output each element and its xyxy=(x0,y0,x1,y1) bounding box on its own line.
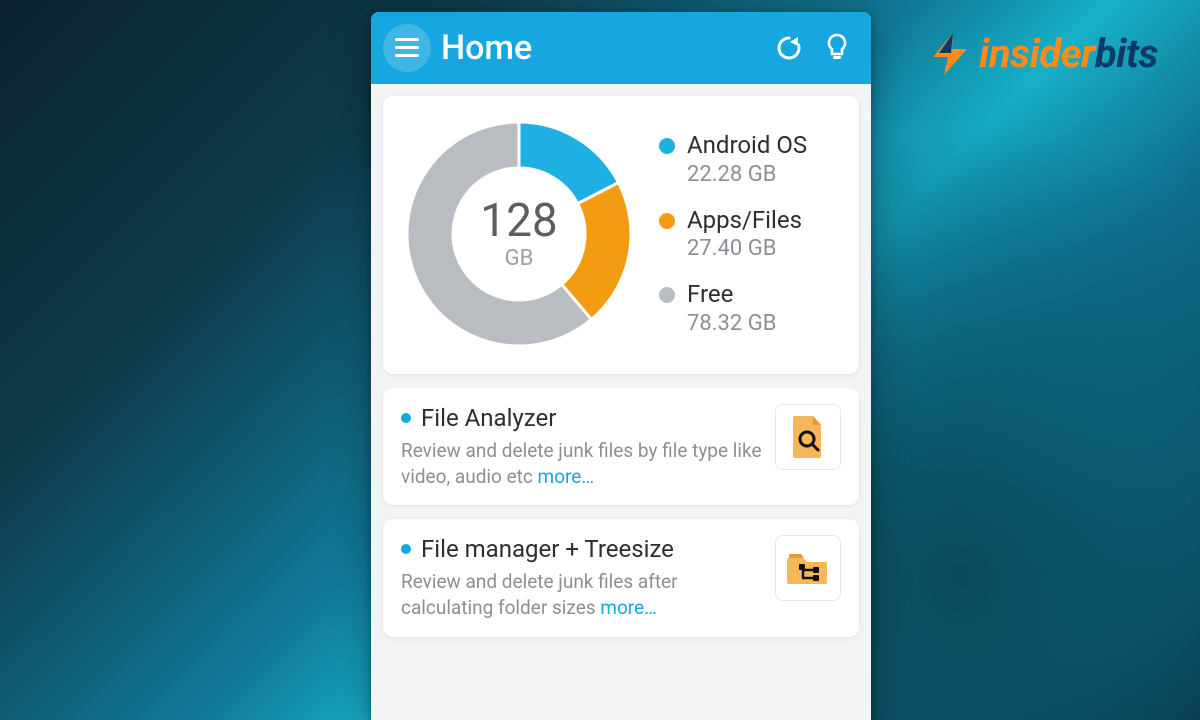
app-bar: Home xyxy=(371,12,871,84)
brand-text: insiderbits xyxy=(979,30,1158,77)
stage: insiderbits Home xyxy=(0,0,1200,720)
tips-button[interactable] xyxy=(815,26,859,70)
bullet-icon xyxy=(401,413,411,423)
tool-card-file-analyzer[interactable]: File Analyzer Review and delete junk fil… xyxy=(383,388,859,505)
legend-value: 78.32 GB xyxy=(687,311,776,336)
legend-item-free[interactable]: Free 78.32 GB xyxy=(659,281,807,336)
folder-tree-icon xyxy=(785,548,831,588)
menu-button[interactable] xyxy=(383,24,431,72)
menu-icon xyxy=(395,38,419,58)
legend-dot xyxy=(659,287,675,303)
tool-card-file-manager-treesize[interactable]: File manager + Treesize Review and delet… xyxy=(383,519,859,636)
tool-title: File manager + Treesize xyxy=(421,535,674,563)
tool-description: Review and delete junk files after calcu… xyxy=(401,569,763,620)
more-link[interactable]: more… xyxy=(600,596,657,619)
legend-dot xyxy=(659,138,675,154)
donut-center: 128 GB xyxy=(401,116,637,352)
legend-value: 27.40 GB xyxy=(687,236,802,261)
more-link[interactable]: more… xyxy=(538,465,595,488)
brand-logo: insiderbits xyxy=(927,30,1158,77)
tool-text: File Analyzer Review and delete junk fil… xyxy=(401,404,763,489)
tool-title: File Analyzer xyxy=(421,404,556,432)
file-search-icon xyxy=(788,414,828,460)
refresh-icon xyxy=(774,33,804,63)
tool-icon-button[interactable] xyxy=(775,404,841,470)
refresh-button[interactable] xyxy=(767,26,811,70)
bullet-icon xyxy=(401,544,411,554)
storage-total-unit: GB xyxy=(505,246,534,271)
tool-icon-button[interactable] xyxy=(775,535,841,601)
brand-text-first: insider xyxy=(979,30,1095,77)
legend-name: Free xyxy=(687,281,776,309)
phone-frame: Home 128 GB xyxy=(371,12,871,720)
brand-text-rest: bits xyxy=(1095,30,1158,77)
content-area: 128 GB Android OS 22.28 GB xyxy=(371,84,871,637)
legend-dot xyxy=(659,213,675,229)
tool-description: Review and delete junk files by file typ… xyxy=(401,438,763,489)
legend-item-apps-files[interactable]: Apps/Files 27.40 GB xyxy=(659,207,807,262)
page-title: Home xyxy=(441,28,767,68)
storage-total-value: 128 xyxy=(480,198,558,244)
legend-value: 22.28 GB xyxy=(687,162,807,187)
tool-text: File manager + Treesize Review and delet… xyxy=(401,535,763,620)
bolt-icon xyxy=(927,31,973,77)
storage-donut-chart: 128 GB xyxy=(401,116,637,352)
storage-legend: Android OS 22.28 GB Apps/Files 27.40 GB xyxy=(659,132,807,336)
legend-name: Apps/Files xyxy=(687,207,802,235)
lightbulb-icon xyxy=(824,33,850,63)
legend-item-android-os[interactable]: Android OS 22.28 GB xyxy=(659,132,807,187)
legend-name: Android OS xyxy=(687,132,807,160)
storage-card[interactable]: 128 GB Android OS 22.28 GB xyxy=(383,96,859,374)
